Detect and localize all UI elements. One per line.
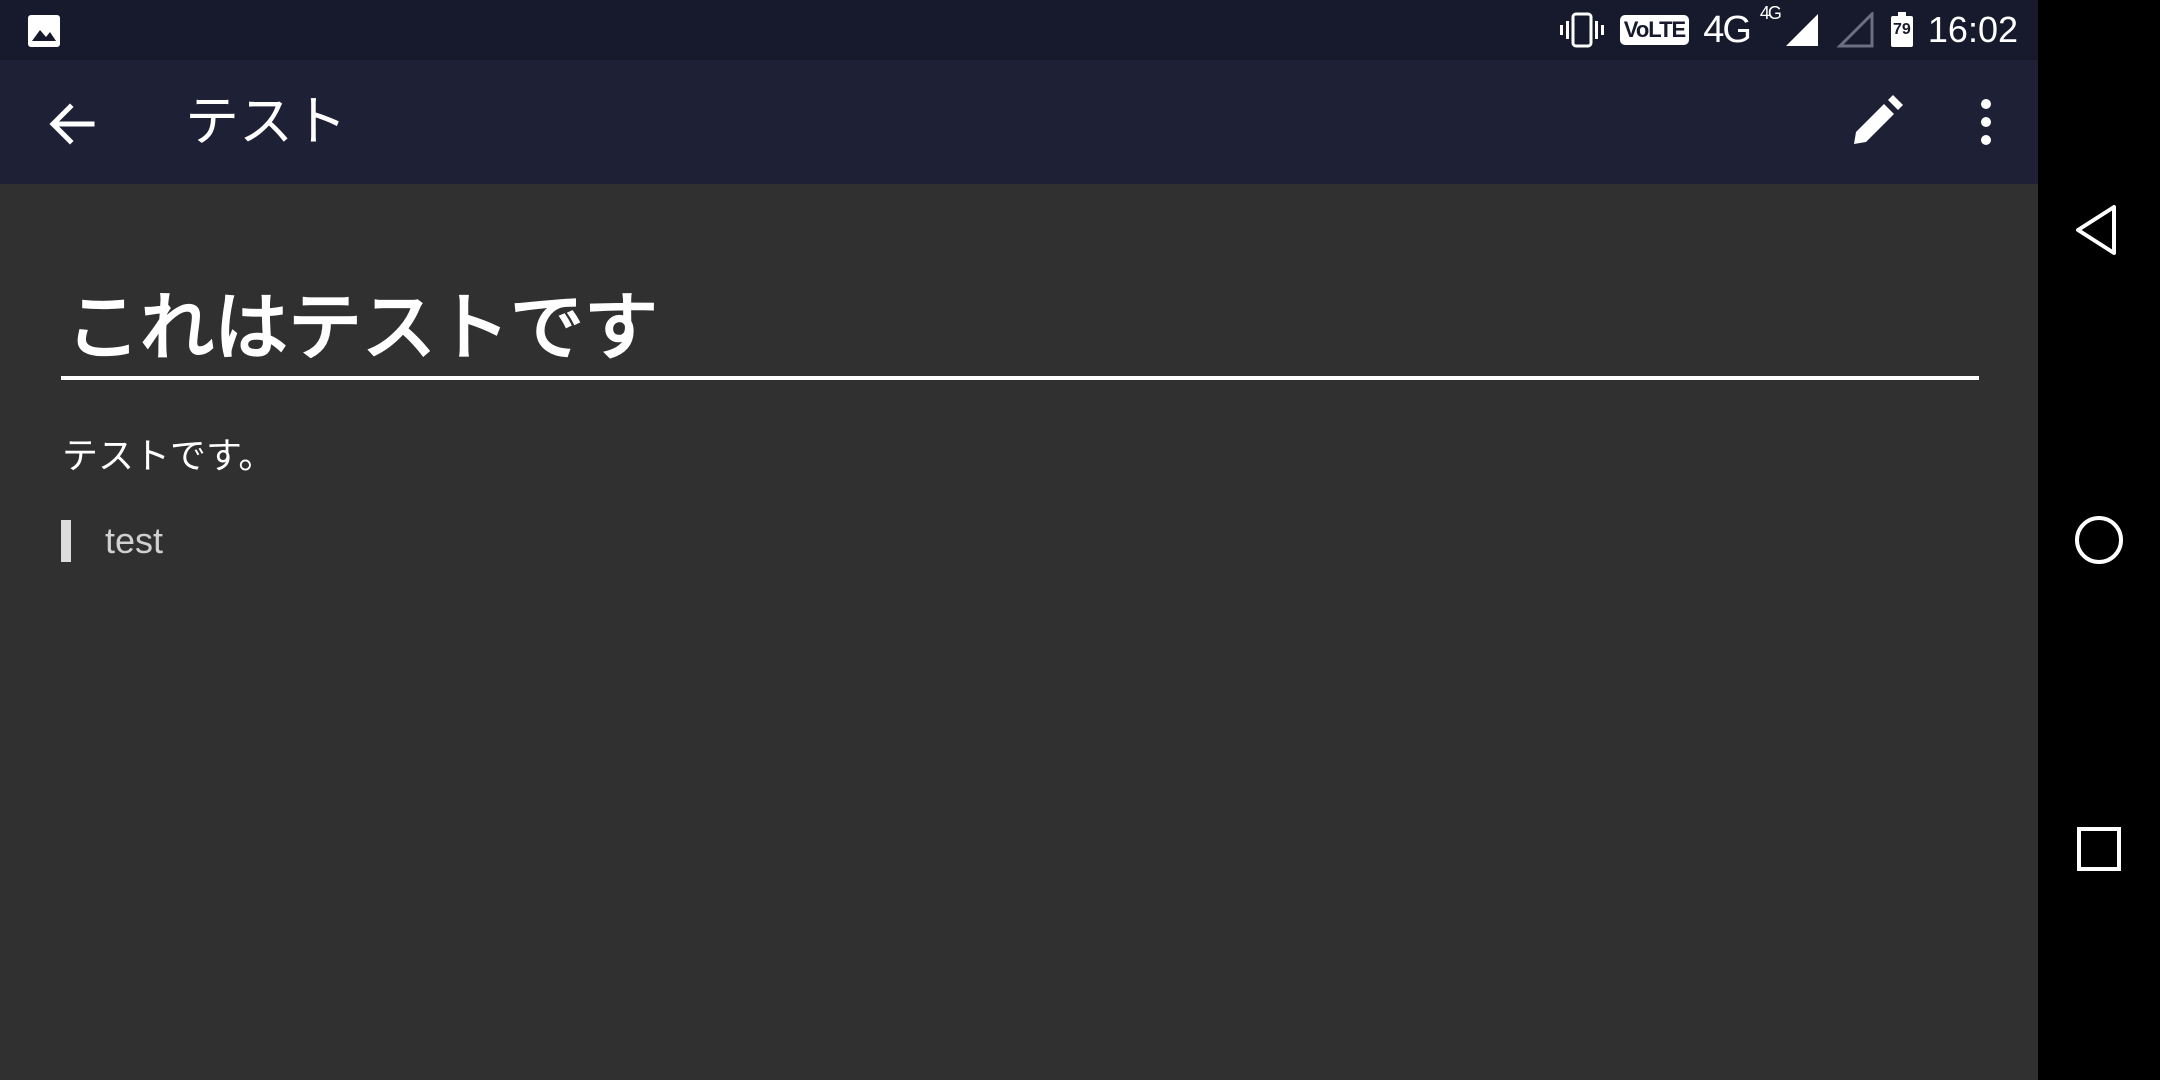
edit-pencil-icon[interactable] [1846, 92, 1906, 152]
heading-underline [61, 376, 1979, 380]
note-heading: これはテストです [66, 285, 658, 371]
signal-empty-icon [1836, 12, 1874, 48]
blockquote-text: test [105, 520, 164, 561]
network-type-label: 4G 4G [1703, 3, 1782, 52]
clock: 16:02 [1927, 9, 2018, 50]
app-toolbar: テスト [0, 60, 2038, 184]
note-blockquote: test [61, 520, 163, 562]
vibrate-icon [1559, 12, 1604, 48]
battery-icon: 79 [1890, 12, 1914, 48]
network-type-sup: 4G [1759, 2, 1782, 23]
nav-back-icon[interactable] [2068, 199, 2130, 261]
status-bar: VoLTE 4G 4G 79 16:02 [0, 0, 2038, 60]
network-type: 4G [1703, 8, 1752, 51]
page-title: テスト [185, 90, 347, 153]
navigation-bar [2038, 0, 2160, 1080]
more-vert-icon[interactable] [1966, 92, 2006, 152]
nav-recents-icon[interactable] [2068, 818, 2130, 880]
blockquote-bar [61, 520, 71, 562]
nav-home-icon[interactable] [2068, 509, 2130, 571]
back-arrow-icon[interactable] [44, 96, 100, 152]
signal-4g-icon [1785, 14, 1818, 46]
volte-icon: VoLTE [1619, 15, 1690, 45]
battery-level: 79 [1893, 21, 1911, 38]
status-icons: VoLTE 4G 4G 79 16:02 [1558, 0, 2018, 60]
gallery-icon [28, 15, 60, 47]
note-paragraph: テストです。 [62, 436, 275, 477]
note-content: これはテストです テストです。 test [0, 184, 2038, 1080]
